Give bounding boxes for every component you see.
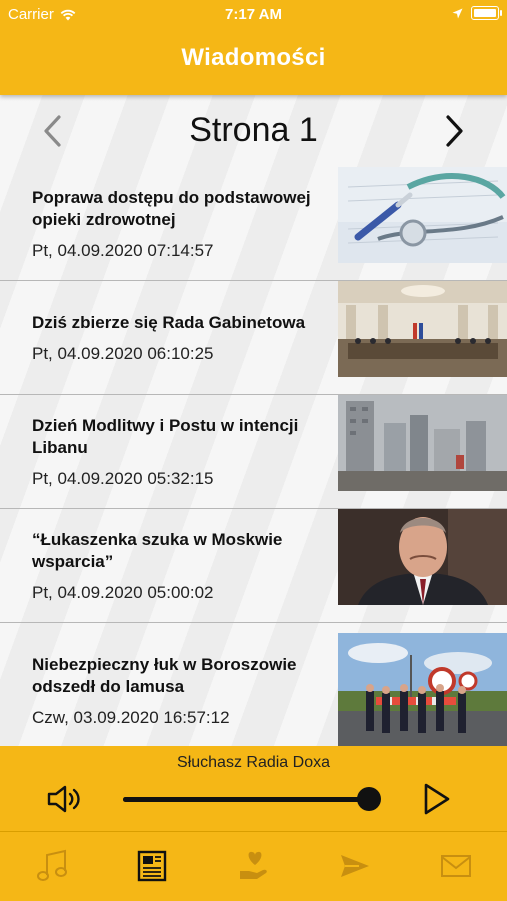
road-opening-photo: [338, 633, 507, 746]
tab-bar: [0, 831, 507, 901]
news-date: Czw, 03.09.2020 16:57:12: [32, 707, 230, 727]
tab-donate[interactable]: [235, 848, 275, 884]
tab-contact[interactable]: [436, 848, 476, 884]
news-date: Pt, 04.09.2020 07:14:57: [32, 240, 214, 260]
news-content: Strona 1 Poprawa dostępu do podstawowej …: [0, 95, 507, 746]
news-text: Niebezpieczny łuk w Boroszowie odszedł d…: [32, 623, 330, 746]
envelope-icon: [441, 855, 471, 877]
volume-slider-fill: [123, 797, 369, 802]
volume-button[interactable]: [46, 784, 84, 814]
cabinet-meeting-photo: [338, 281, 507, 377]
news-title: Niebezpieczny łuk w Boroszowie odszedł d…: [32, 654, 297, 696]
beirut-ruins-photo: [338, 395, 507, 491]
news-date: Pt, 04.09.2020 05:00:02: [32, 582, 214, 602]
send-paper-plane-icon: [341, 855, 369, 877]
tab-news[interactable]: [132, 848, 172, 884]
chevron-right-icon: [446, 115, 463, 147]
tab-send[interactable]: [335, 848, 375, 884]
donate-hand-heart-icon: [240, 851, 267, 879]
status-time: 7:17 AM: [225, 6, 282, 23]
news-list-item[interactable]: “Łukaszenka szuka w Moskwie wsparcia” Pt…: [0, 509, 507, 623]
news-list: Poprawa dostępu do podstawowej opieki zd…: [0, 167, 507, 746]
status-right-group: [452, 6, 502, 20]
news-title: Dzień Modlitwy i Postu w intencji Libanu: [32, 415, 299, 457]
news-date: Pt, 04.09.2020 05:32:15: [32, 468, 214, 488]
news-title: Poprawa dostępu do podstawowej opieki zd…: [32, 187, 311, 229]
news-text: “Łukaszenka szuka w Moskwie wsparcia” Pt…: [32, 509, 330, 622]
newspaper-icon: [137, 850, 167, 882]
news-title: “Łukaszenka szuka w Moskwie wsparcia”: [32, 529, 283, 571]
volume-slider-knob[interactable]: [357, 787, 381, 811]
pager: Strona 1: [0, 95, 507, 167]
news-list-item[interactable]: Niebezpieczny łuk w Boroszowie odszedł d…: [0, 623, 507, 746]
volume-slider[interactable]: [123, 787, 381, 811]
play-button[interactable]: [422, 782, 452, 816]
page-number-title: Strona 1: [189, 111, 318, 149]
status-bar: Carrier 7:17 AM: [0, 0, 507, 28]
news-title: Dziś zbierze się Rada Gabinetowa: [32, 312, 306, 332]
location-arrow-icon: [452, 8, 463, 18]
stethoscope-photo: [338, 167, 507, 263]
speaker-icon: [47, 785, 80, 813]
battery-icon: [471, 6, 502, 20]
play-icon: [424, 783, 450, 815]
tab-music[interactable]: [32, 848, 72, 884]
news-text: Dzień Modlitwy i Postu w intencji Libanu…: [32, 395, 330, 508]
news-date: Pt, 04.09.2020 06:10:25: [32, 343, 214, 363]
radio-player: Słuchasz Radia Doxa: [0, 746, 507, 831]
news-list-item[interactable]: Poprawa dostępu do podstawowej opieki zd…: [0, 167, 507, 281]
news-list-item[interactable]: Dzień Modlitwy i Postu w intencji Libanu…: [0, 395, 507, 509]
page-title: Wiadomości: [181, 44, 326, 71]
music-note-icon: [37, 849, 67, 881]
app-header: Carrier 7:17 AM Wiadomości: [0, 0, 507, 95]
lukashenko-portrait-photo: [338, 509, 507, 605]
news-text: Poprawa dostępu do podstawowej opieki zd…: [32, 167, 330, 280]
player-status-label: Słuchasz Radia Doxa: [177, 754, 330, 771]
news-text: Dziś zbierze się Rada Gabinetowa Pt, 04.…: [32, 281, 330, 394]
news-list-item[interactable]: Dziś zbierze się Rada Gabinetowa Pt, 04.…: [0, 281, 507, 395]
next-page-button[interactable]: [437, 113, 473, 149]
